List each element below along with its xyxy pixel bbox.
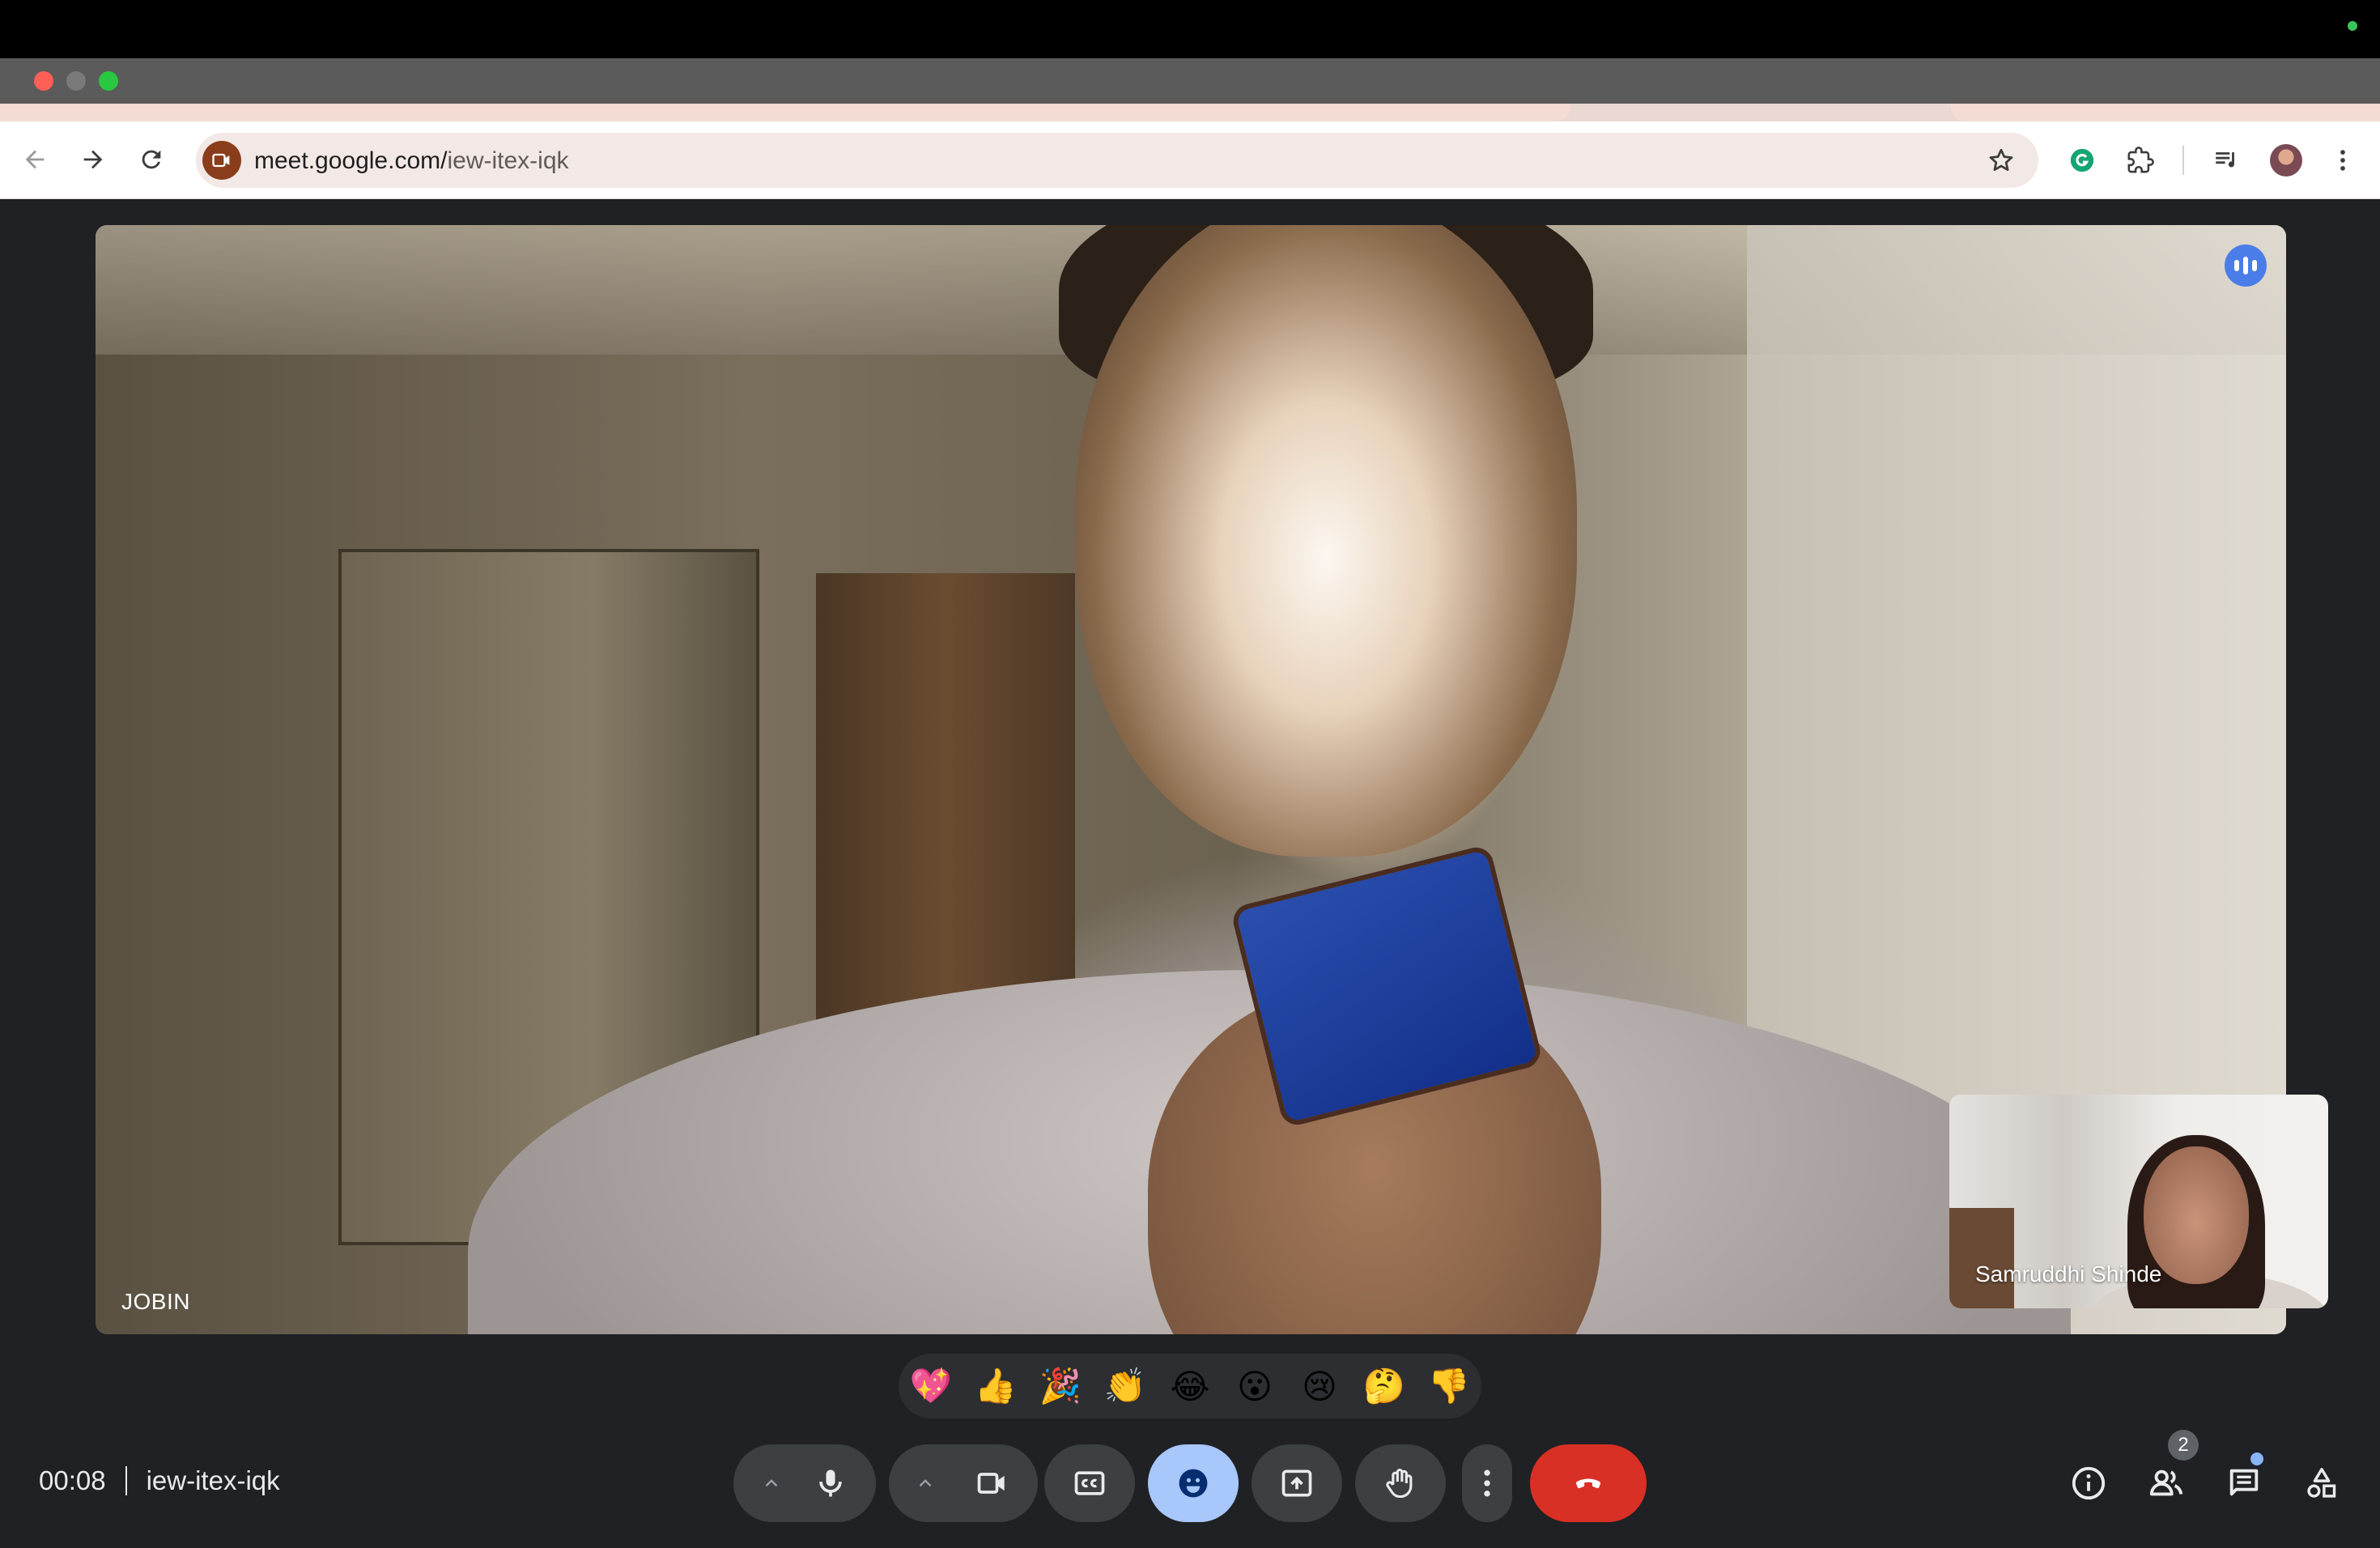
toolbar-divider [2182, 146, 2184, 175]
participant-count-badge: 2 [2168, 1430, 2199, 1461]
media-controls-button[interactable] [2205, 139, 2247, 181]
self-participant-name: Samruddhi Shinde [1975, 1261, 2162, 1286]
microphone-icon [819, 1469, 842, 1497]
tab-strip [0, 104, 2380, 123]
reaction-party-popper[interactable]: 🎉 [1031, 1359, 1090, 1414]
menu-icon [2340, 150, 2345, 171]
url-host: meet.google.com/ [254, 147, 448, 174]
tab-active[interactable] [0, 104, 1570, 121]
video-options-caret [919, 1479, 932, 1487]
chat-icon [2229, 1469, 2259, 1496]
end-call-icon [1576, 1478, 1600, 1489]
activities-button[interactable] [2296, 1457, 2348, 1509]
url-text[interactable]: meet.google.com/iew-itex-iqk [254, 147, 569, 175]
main-participant-name: JOBIN [121, 1289, 190, 1314]
reaction-thinking[interactable]: 🤔 [1355, 1359, 1413, 1414]
raise-hand-button[interactable] [1355, 1444, 1446, 1522]
forward-button[interactable] [71, 138, 115, 181]
reaction-surprised[interactable]: 😮 [1226, 1359, 1284, 1414]
media-controls-icon [2216, 152, 2234, 168]
more-options-button[interactable] [1462, 1444, 1512, 1522]
present-button[interactable] [1252, 1444, 1342, 1522]
window-close-button[interactable] [34, 71, 53, 91]
video-person-face [1075, 225, 1577, 857]
audio-bar [2243, 257, 2248, 274]
reaction-joy[interactable]: 😂 [1161, 1359, 1219, 1414]
site-info-button[interactable] [202, 141, 241, 180]
info-icon [2072, 1466, 2106, 1500]
self-view-door [1949, 1208, 2014, 1308]
leave-call-button[interactable] [1530, 1444, 1647, 1522]
meet-site-icon [212, 153, 230, 168]
meeting-elapsed-time: 00:08 [39, 1465, 106, 1495]
reaction-sparkling-heart[interactable]: 💖 [902, 1359, 960, 1414]
audio-bar [2234, 260, 2239, 271]
camera-button[interactable] [947, 1444, 1038, 1522]
reactions-button[interactable] [1148, 1444, 1239, 1522]
audio-bar [2252, 260, 2257, 271]
profile-avatar[interactable] [2270, 144, 2302, 176]
reload-button[interactable] [130, 138, 173, 181]
more-options-icon [1484, 1469, 1490, 1497]
meeting-info: 00:08 iew-itex-iqk [39, 1465, 280, 1496]
microphone-button[interactable] [785, 1444, 876, 1522]
chat-unread-dot [2250, 1452, 2263, 1465]
raise-hand-icon [1386, 1469, 1413, 1499]
meeting-code: iew-itex-iqk [146, 1465, 280, 1495]
emoji-icon [1179, 1469, 1208, 1498]
activities-icon [2307, 1468, 2336, 1498]
os-menubar [0, 0, 2380, 58]
speaking-indicator [2225, 245, 2267, 287]
meeting-details-button[interactable] [2063, 1457, 2114, 1509]
captions-button[interactable] [1044, 1444, 1135, 1522]
reaction-clapping[interactable]: 👏 [1096, 1359, 1154, 1414]
browser-toolbar: meet.google.com/iew-itex-iqk [0, 121, 2380, 199]
extensions-button[interactable] [2119, 139, 2161, 181]
window-zoom-button[interactable] [99, 71, 118, 91]
audio-options-caret [765, 1479, 778, 1487]
back-button[interactable] [13, 138, 57, 181]
window-minimize-button[interactable] [66, 71, 86, 91]
window-titlebar [0, 58, 2380, 105]
reaction-crying[interactable]: 😢 [1290, 1359, 1349, 1414]
video-options-button[interactable] [897, 1444, 954, 1522]
forward-icon [83, 150, 103, 169]
present-icon [1281, 1469, 1312, 1497]
grammarly-extension[interactable] [2061, 139, 2103, 181]
people-button[interactable] [2140, 1457, 2192, 1509]
extensions-icon [2127, 147, 2154, 173]
tab-secondary[interactable] [1951, 104, 2380, 121]
star-icon[interactable] [1987, 146, 2016, 175]
camera-icon [977, 1473, 1005, 1494]
grammarly-icon [2070, 148, 2094, 172]
reaction-thumbs-down[interactable]: 👎 [1420, 1359, 1478, 1414]
status-indicator [2348, 21, 2357, 31]
reactions-bar: 💖 👍 🎉 👏 😂 😮 😢 🤔 👎 [899, 1354, 1481, 1418]
reload-icon [142, 150, 161, 169]
url-path: iew-itex-iqk [447, 147, 569, 174]
address-bar[interactable]: meet.google.com/iew-itex-iqk [196, 133, 2038, 188]
chrome-menu-button[interactable] [2322, 139, 2364, 181]
people-icon [2149, 1469, 2183, 1496]
chat-button[interactable] [2218, 1457, 2270, 1509]
back-icon [25, 150, 45, 169]
captions-icon [1074, 1471, 1105, 1495]
meeting-info-divider [125, 1466, 127, 1495]
reaction-thumbs-up[interactable]: 👍 [967, 1359, 1025, 1414]
